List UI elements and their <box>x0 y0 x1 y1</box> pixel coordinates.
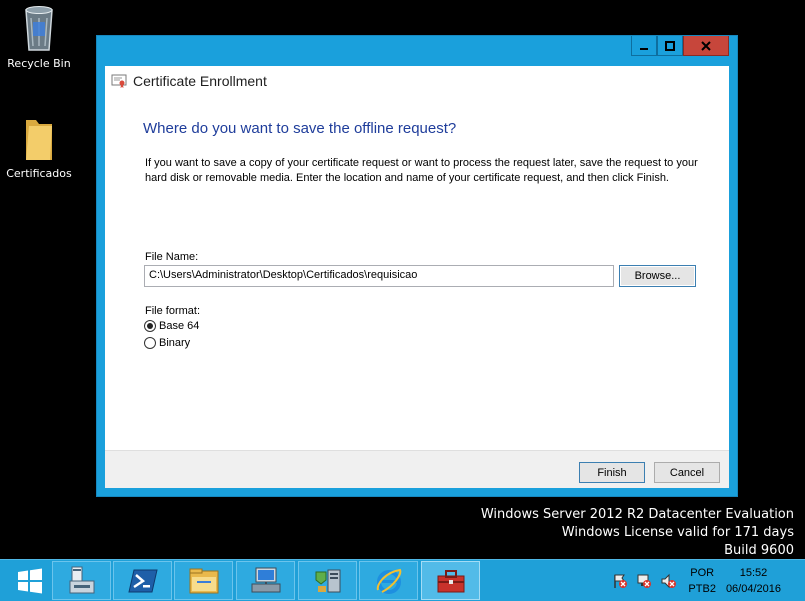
tray-network[interactable] <box>634 571 654 591</box>
language-code: POR <box>690 566 715 579</box>
tray-volume[interactable] <box>658 571 678 591</box>
radio-label: Base 64 <box>159 320 200 332</box>
minimize-button[interactable] <box>631 36 657 56</box>
minimize-icon <box>640 47 648 50</box>
desktop-icon-certificados[interactable]: Certificados <box>1 116 77 180</box>
taskbar-file-explorer[interactable] <box>174 561 233 600</box>
wizard-client: Where do you want to save the offline re… <box>105 96 729 488</box>
clock-date: 06/04/2016 <box>725 582 781 595</box>
page-description: If you want to save a copy of your certi… <box>145 157 698 184</box>
internet-explorer-icon <box>376 568 401 594</box>
desktop-icon-recycle-bin[interactable]: Recycle Bin <box>1 4 77 70</box>
desktop: Recycle Bin Certificados Certificate Enr… <box>0 0 805 559</box>
tray-action-center[interactable] <box>610 571 630 591</box>
folder-icon <box>26 120 52 160</box>
certificate-icon <box>111 74 127 88</box>
file-name-input[interactable]: C:\Users\Administrator\Desktop\Certifica… <box>144 265 614 287</box>
taskbar-network[interactable] <box>236 561 295 600</box>
start-icon <box>17 568 42 593</box>
clock[interactable]: 15:52 06/04/2016 <box>726 565 781 597</box>
file-format-label: File format: <box>145 305 201 317</box>
close-icon <box>701 40 711 51</box>
keyboard-layout: PTB2 <box>688 582 716 595</box>
language-indicator[interactable]: POR PTB2 <box>688 565 716 597</box>
format-radio-base64[interactable]: Base 64 <box>144 320 199 332</box>
desktop-icon-label: Recycle Bin <box>7 57 71 70</box>
caption-buttons <box>631 36 729 56</box>
radio-label: Binary <box>159 337 191 349</box>
windows-watermark: Windows Server 2012 R2 Datacenter Evalua… <box>481 506 794 560</box>
radio-button[interactable] <box>144 337 156 349</box>
system-tray: POR PTB2 15:52 06/04/2016 <box>610 560 805 601</box>
browse-button[interactable]: Browse... <box>619 265 696 287</box>
content-area: Where do you want to save the offline re… <box>105 96 729 450</box>
window-title: Certificate Enrollment <box>133 73 267 89</box>
taskbar-powershell[interactable] <box>113 561 172 600</box>
server-manager-icon <box>69 566 94 593</box>
watermark-edition: Windows Server 2012 R2 Datacenter Evalua… <box>480 507 794 522</box>
powershell-icon <box>127 569 158 592</box>
taskbar-server-tools[interactable] <box>298 561 357 600</box>
volume-muted-icon <box>661 573 677 588</box>
title-bar: Certificate Enrollment <box>105 66 729 96</box>
watermark-build: Build 9600 <box>724 543 794 558</box>
close-button[interactable] <box>683 36 729 56</box>
network-status-icon <box>637 574 652 588</box>
maximize-icon <box>665 40 675 51</box>
wizard-footer: Finish Cancel <box>105 450 729 488</box>
cancel-button[interactable]: Cancel <box>654 462 720 483</box>
server-tools-icon <box>315 569 340 592</box>
toolbox-icon <box>437 569 464 592</box>
radio-button-checked[interactable] <box>144 320 156 332</box>
taskbar-internet-explorer[interactable] <box>359 561 418 600</box>
recycle-bin-icon <box>25 6 53 51</box>
clock-time: 15:52 <box>739 566 768 579</box>
format-radio-binary[interactable]: Binary <box>144 337 190 349</box>
certificate-enrollment-window: Certificate Enrollment Where do you want… <box>96 35 738 497</box>
taskbar-toolbox[interactable] <box>421 561 480 600</box>
start-button[interactable] <box>0 560 59 601</box>
taskbar-server-manager[interactable] <box>52 561 111 600</box>
finish-button[interactable]: Finish <box>579 462 645 483</box>
page-heading: Where do you want to save the offline re… <box>143 120 457 137</box>
file-name-label: File Name: <box>145 251 199 263</box>
watermark-license: Windows License valid for 171 days <box>561 525 794 540</box>
desktop-icon-label: Certificados <box>6 167 72 180</box>
taskbar: POR PTB2 15:52 06/04/2016 <box>0 559 805 601</box>
maximize-button[interactable] <box>657 36 683 56</box>
action-center-flag-icon <box>614 574 628 588</box>
file-explorer-icon <box>189 568 218 593</box>
network-computer-icon <box>251 567 280 592</box>
